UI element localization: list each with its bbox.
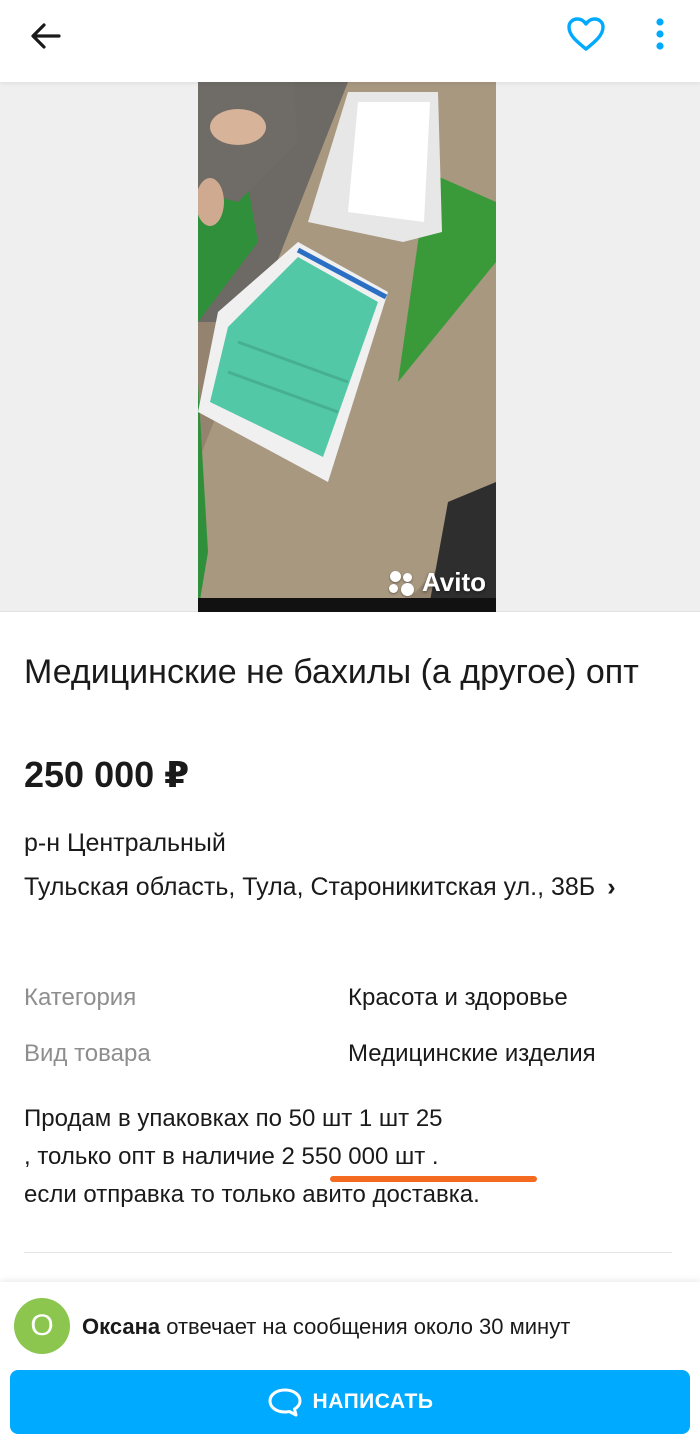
seller-response-time: отвечает на сообщения около 30 минут	[160, 1314, 571, 1339]
listing-photo[interactable]: Avito	[198, 82, 496, 612]
favorite-button[interactable]	[562, 12, 610, 56]
more-button[interactable]	[642, 12, 678, 56]
param-value-type: Медицинские изделия	[348, 1040, 596, 1067]
write-button-label: НАПИСАТЬ	[312, 1390, 434, 1413]
write-message-button[interactable]: НАПИСАТЬ	[10, 1370, 690, 1434]
contact-panel: О Оксана отвечает на сообщения около 30 …	[0, 1282, 700, 1449]
param-label-type: Вид товара	[24, 1040, 151, 1067]
param-value-category: Красота и здоровье	[348, 984, 568, 1011]
seller-name[interactable]: Оксана	[82, 1314, 160, 1339]
param-label-category: Категория	[24, 984, 137, 1011]
arrow-left-icon	[31, 23, 61, 49]
photo-illustration	[198, 82, 496, 612]
chat-bubble-icon	[268, 1388, 302, 1417]
divider	[24, 1252, 672, 1253]
watermark-text: Avito	[421, 567, 486, 597]
description-line-2: , только опт в наличие 2 550 000 шт .	[24, 1143, 439, 1170]
listing-price: 250 000 ₽	[24, 754, 190, 795]
avito-logo-icon	[388, 569, 416, 597]
chevron-right-icon: ›	[607, 873, 616, 901]
description: Продам в упаковках по 50 шт 1 шт 25 , то…	[24, 1100, 664, 1214]
heart-icon	[567, 17, 605, 51]
avito-watermark: Avito	[388, 567, 486, 598]
district: р-н Центральный	[24, 829, 226, 857]
highlight-underline	[330, 1176, 537, 1182]
photo-gallery[interactable]: Avito	[0, 82, 700, 612]
seller-avatar[interactable]: О	[14, 1298, 70, 1354]
address-link[interactable]: Тульская область, Тула, Староникитская у…	[24, 868, 644, 906]
vertical-dots-icon	[656, 18, 664, 50]
seller-info: Оксана отвечает на сообщения около 30 ми…	[82, 1312, 570, 1342]
listing-title: Медицинские не бахилы (а другое) опт	[24, 653, 639, 691]
description-line-1: Продам в упаковках по 50 шт 1 шт 25	[24, 1105, 443, 1132]
back-button[interactable]	[24, 14, 68, 58]
address-text: Тульская область, Тула, Староникитская у…	[24, 873, 596, 901]
top-bar	[0, 0, 700, 82]
